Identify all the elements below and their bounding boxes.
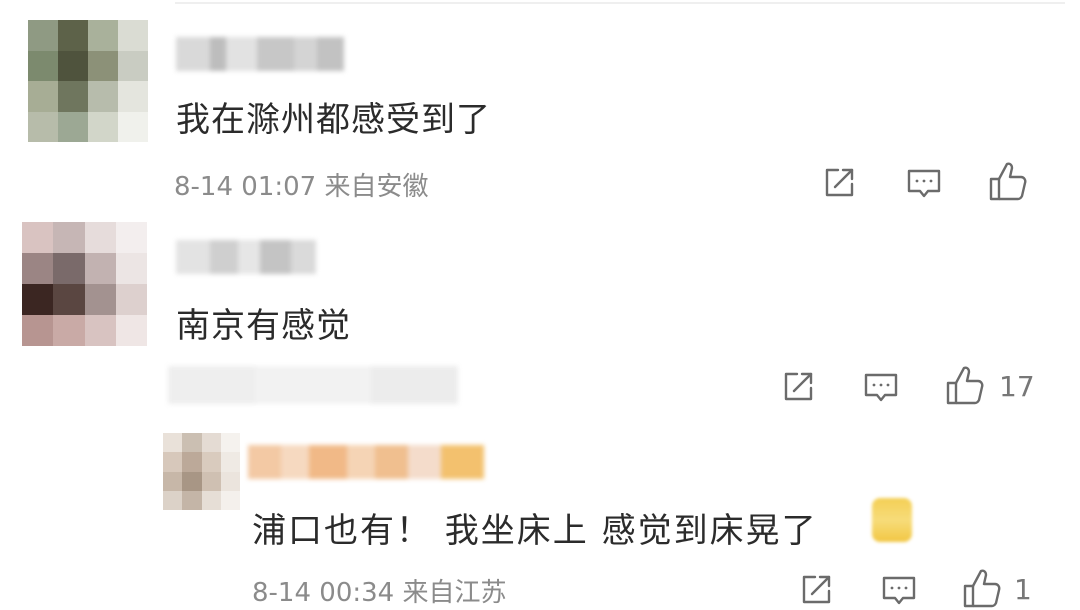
username[interactable] [176, 240, 316, 274]
comment-icon[interactable] [905, 165, 943, 203]
top-divider [175, 2, 1065, 4]
share-icon[interactable] [821, 165, 857, 201]
comment-text: 南京有感觉 [176, 306, 351, 346]
username[interactable] [248, 445, 484, 479]
like-icon[interactable] [945, 364, 985, 406]
like-count: 17 [999, 370, 1035, 403]
emoji-icon [872, 498, 912, 542]
location: 来自安徽 [324, 172, 429, 202]
like-count: 1 [1014, 573, 1032, 606]
avatar[interactable] [22, 222, 147, 346]
timestamp: 8-14 01:07 [174, 172, 317, 202]
comment-meta [168, 366, 458, 404]
share-icon[interactable] [798, 572, 834, 608]
share-icon[interactable] [780, 369, 816, 405]
like-icon[interactable] [962, 567, 1002, 609]
comment-meta: 8-14 01:07 来自安徽 [174, 166, 428, 203]
comment-meta: 8-14 00:34 来自江苏 [252, 572, 506, 609]
like-icon[interactable] [988, 160, 1028, 202]
comment-icon[interactable] [880, 572, 918, 610]
comment-text: 浦口也有！ 我坐床上 感觉到床晃了 [252, 511, 818, 551]
username[interactable] [176, 37, 344, 71]
comment-icon[interactable] [862, 369, 900, 407]
avatar[interactable] [28, 20, 148, 142]
location: 来自江苏 [402, 578, 507, 608]
avatar[interactable] [163, 433, 240, 510]
timestamp: 8-14 00:34 [252, 578, 395, 608]
comment-text: 我在滁州都感受到了 [176, 100, 491, 140]
